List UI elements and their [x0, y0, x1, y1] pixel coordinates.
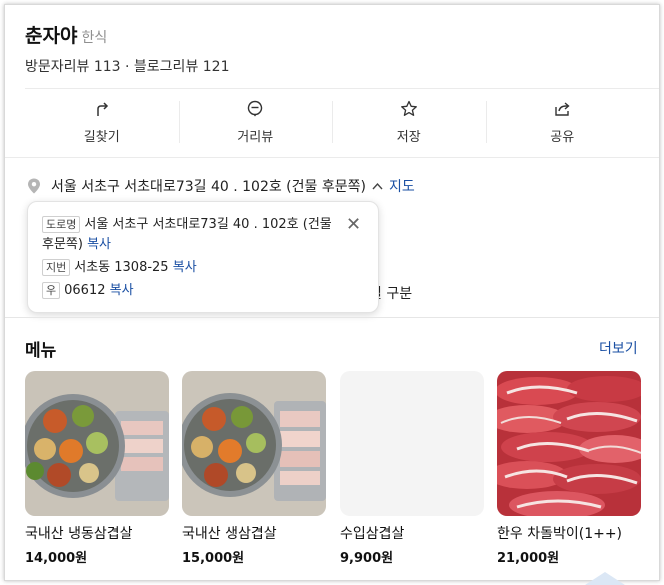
pork-platter-image: [25, 371, 169, 516]
address-row: 서울 서초구 서초대로73길 40 . 102호 (건물 후문쪽) 지도: [27, 176, 415, 196]
address-text: 서울 서초구 서초대로73길 40 . 102호 (건물 후문쪽): [51, 179, 366, 195]
copy-jibun-button[interactable]: 복사: [173, 260, 197, 275]
pork-platter-image: [182, 371, 326, 516]
directions-label: 길찾기: [83, 129, 120, 145]
zip-tag: 우: [42, 282, 61, 299]
menu-item-name: 한우 차돌박이(1++): [497, 526, 623, 542]
place-category: 한식: [81, 30, 108, 46]
menu-item-name: 국내산 생삼겹살: [182, 526, 277, 542]
menu-item-price: 21,000원: [497, 551, 560, 566]
address-detail-popup: ✕ 도로명 서울 서초구 서초대로73길 40 . 102호 (건물 후문쪽) 복…: [27, 201, 379, 313]
menu-photo[interactable]: [497, 371, 641, 516]
street-view-label: 거리뷰: [237, 129, 274, 145]
menu-item[interactable]: 한우 차돌박이(1++) 21,000원: [497, 371, 641, 566]
review-counts[interactable]: 방문자리뷰 113 · 블로그리뷰 121: [25, 56, 230, 76]
road-address-row: 도로명 서울 서초구 서초대로73길 40 . 102호 (건물: [42, 215, 332, 235]
road-address-row-cont: 후문쪽) 복사: [42, 235, 111, 255]
menu-item-price: 9,900원: [340, 551, 394, 566]
corner-decoration: [585, 572, 625, 585]
share-label: 공유: [550, 129, 575, 145]
menu-item-name: 국내산 냉동삼겹살: [25, 526, 133, 542]
menu-photo[interactable]: [25, 371, 169, 516]
location-pin-icon: [28, 178, 40, 194]
copy-zip-button[interactable]: 복사: [110, 283, 134, 298]
jibun-address-row: 지번 서초동 1308-25 복사: [42, 258, 197, 278]
directions-icon: [97, 101, 108, 116]
menu-item-price: 15,000원: [182, 551, 245, 566]
action-bar: 길찾기 거리뷰 저장 공유: [25, 89, 639, 155]
save-label: 저장: [396, 129, 421, 145]
copy-road-address-button[interactable]: 복사: [87, 237, 111, 252]
jibun-tag: 지번: [42, 259, 71, 276]
star-icon: [400, 100, 417, 116]
menu-item[interactable]: 수입삼겹살 9,900원: [340, 371, 484, 566]
street-view-icon: [248, 100, 263, 116]
place-name[interactable]: 춘자야: [25, 21, 77, 48]
close-icon[interactable]: ✕: [346, 216, 361, 234]
road-address-line1: 서울 서초구 서초대로73길 40 . 102호 (건물: [84, 217, 332, 232]
road-address-line2: 후문쪽): [42, 237, 83, 252]
street-view-button[interactable]: 거리뷰: [178, 89, 333, 155]
menu-item[interactable]: 국내산 냉동삼겹살 14,000원: [25, 371, 169, 566]
zip-row: 우 06612 복사: [42, 281, 134, 301]
collapse-chevron-icon[interactable]: [372, 179, 383, 193]
divider: [5, 157, 659, 158]
place-header: 춘자야 한식: [25, 21, 107, 48]
menu-item-price: 14,000원: [25, 551, 88, 566]
menu-section-title: 메뉴: [25, 341, 57, 361]
section-divider: [5, 317, 659, 318]
menu-photo-placeholder[interactable]: [340, 371, 484, 516]
share-icon: [555, 101, 570, 116]
map-link[interactable]: 지도: [389, 176, 415, 196]
beef-brisket-image: [497, 371, 641, 516]
more-menu-link[interactable]: 더보기: [599, 338, 638, 358]
share-button[interactable]: 공유: [485, 89, 640, 155]
directions-button[interactable]: 길찾기: [25, 89, 179, 155]
save-button[interactable]: 저장: [332, 89, 486, 155]
menu-item[interactable]: 국내산 생삼겹살 15,000원: [182, 371, 326, 566]
jibun-address: 서초동 1308-25: [74, 260, 169, 275]
zip-code: 06612: [64, 283, 106, 298]
menu-photo[interactable]: [182, 371, 326, 516]
menu-item-name: 수입삼겹살: [340, 526, 405, 542]
place-panel: 춘자야 한식 방문자리뷰 113 · 블로그리뷰 121 길찾기 거리뷰 저장: [4, 4, 660, 581]
road-address-tag: 도로명: [42, 216, 81, 233]
